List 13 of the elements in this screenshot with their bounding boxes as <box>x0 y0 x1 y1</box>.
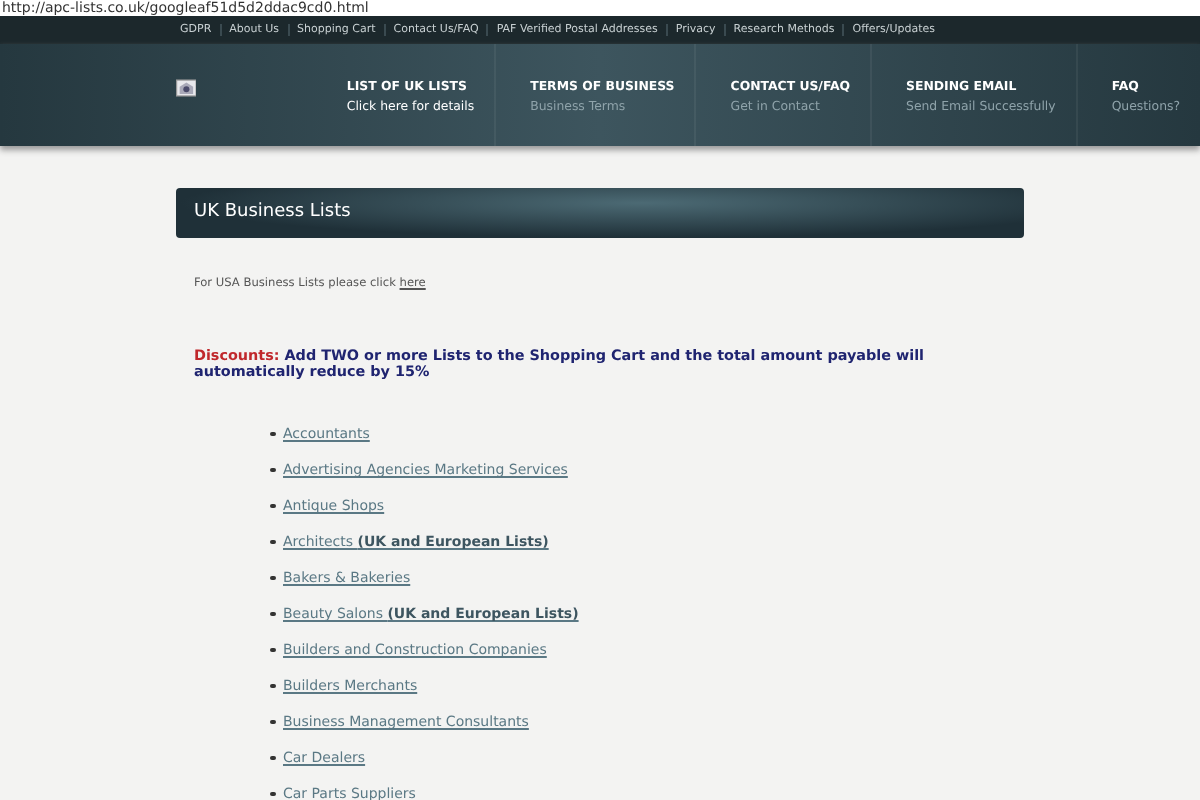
bullet-icon <box>270 539 275 545</box>
bullet-icon <box>270 755 275 761</box>
bullet-icon <box>270 611 275 617</box>
bullet-icon <box>270 431 275 437</box>
bullet-icon <box>270 719 275 725</box>
bullet-icon <box>270 791 275 797</box>
envelope-logo-icon[interactable] <box>176 74 197 102</box>
bullet-icon <box>270 467 275 473</box>
bullet-icon <box>270 647 275 653</box>
bullet-icon <box>270 575 275 581</box>
bullet-icon <box>270 683 275 689</box>
page-title: UK Business Lists <box>176 188 1024 238</box>
bullet-icon <box>270 503 275 509</box>
